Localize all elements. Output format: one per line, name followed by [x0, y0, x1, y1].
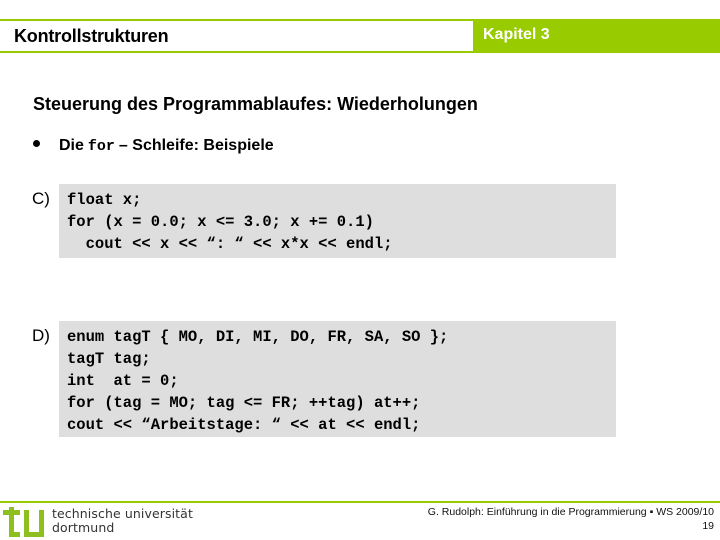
slide-header-title: Kontrollstrukturen: [14, 26, 169, 46]
university-name: technische universität dortmund: [52, 507, 193, 535]
bullet-suffix: – Schleife: Beispiele: [118, 137, 274, 154]
university-name-line1: technische universität: [52, 506, 193, 521]
chapter-banner: Kapitel 3: [473, 20, 720, 53]
bullet-code-keyword: for: [87, 138, 115, 155]
code-line: tagT tag;: [67, 350, 151, 368]
university-name-line2: dortmund: [52, 520, 115, 535]
example-c-code-block: float x; for (x = 0.0; x <= 3.0; x += 0.…: [59, 184, 616, 258]
footer-credit: G. Rudolph: Einführung in die Programmie…: [428, 505, 714, 533]
page-number: 19: [702, 520, 714, 532]
code-line: for (tag = MO; tag <= FR; ++tag) at++;: [67, 394, 421, 412]
code-line: for (x = 0.0; x <= 3.0; x += 0.1): [67, 213, 374, 231]
code-line: float x;: [67, 191, 142, 209]
example-d-label: D): [32, 326, 50, 345]
example-d-code-block: enum tagT { MO, DI, MI, DO, FR, SA, SO }…: [59, 321, 616, 437]
code-line: cout << x << “: “ << x*x << endl;: [67, 235, 393, 253]
header-bottom-rule: [0, 51, 473, 53]
code-line: enum tagT { MO, DI, MI, DO, FR, SA, SO }…: [67, 328, 449, 346]
footer-rule: [0, 501, 720, 503]
code-line: cout << “Arbeitstage: “ << at << endl;: [67, 416, 421, 434]
bullet-dot-icon: [33, 140, 40, 147]
example-c-label: C): [32, 189, 50, 208]
bullet-prefix: Die: [59, 137, 84, 154]
section-title: Steuerung des Programmablaufes: Wiederho…: [33, 94, 478, 114]
bullet-item: Die for – Schleife: Beispiele: [33, 137, 274, 155]
code-line: int at = 0;: [67, 372, 179, 390]
footer-credit-text: G. Rudolph: Einführung in die Programmie…: [427, 506, 714, 518]
tu-logo-icon: [3, 507, 44, 537]
chapter-label: Kapitel 3: [483, 26, 550, 43]
